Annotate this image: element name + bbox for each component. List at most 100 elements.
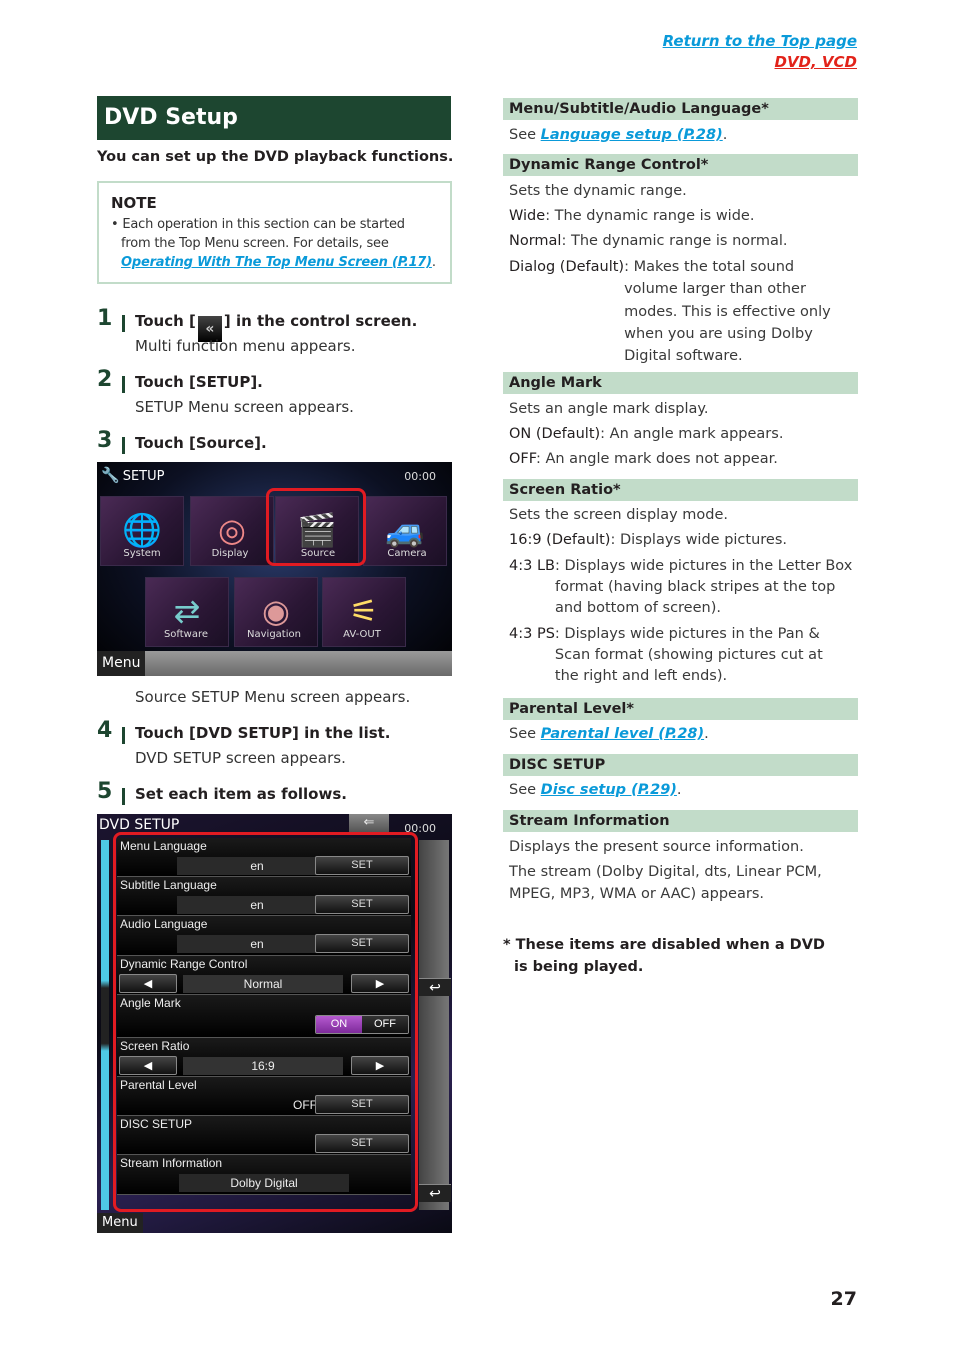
- dvd-setup-title: DVD SETUP: [99, 817, 180, 833]
- step-result: SETUP Menu screen appears.: [135, 398, 354, 416]
- note-box: NOTE • Each operation in this section ca…: [97, 181, 452, 284]
- right-panel: [419, 840, 449, 1210]
- car-camera-icon: 🚙: [385, 511, 425, 549]
- definition: : Makes the total sound volume larger th…: [624, 259, 831, 365]
- color-ring-icon: ◎: [218, 511, 246, 549]
- step-divider: [122, 788, 125, 805]
- step-divider: [122, 376, 125, 393]
- tile-label-display: Display: [211, 548, 249, 559]
- return-icon[interactable]: ↩: [419, 978, 451, 996]
- back-arrow-icon[interactable]: ⇐: [349, 814, 389, 832]
- av-cable-icon: ⚟: [349, 592, 379, 630]
- see-text: See: [509, 127, 541, 143]
- ratio-lb: 4:3 LB: Displays wide pictures in the Le…: [509, 556, 854, 619]
- menu-bar: [97, 651, 452, 676]
- angle-off: OFF: An angle mark does not appear.: [509, 449, 778, 470]
- step-heading: Touch [DVD SETUP] in the list.: [135, 724, 391, 742]
- term: 4:3 PS: [509, 626, 555, 642]
- term: OFF: [509, 451, 536, 467]
- language-setup-link[interactable]: Language setup (P.28): [541, 127, 723, 143]
- tile-label-navigation: Navigation: [247, 629, 301, 640]
- note-text: • Each operation in this section can be …: [111, 215, 438, 272]
- setup-screen-header: 🔧 SETUP: [101, 466, 164, 484]
- step-heading: Touch [SETUP].: [135, 373, 263, 391]
- ratio-desc: Sets the screen display mode.: [509, 507, 729, 523]
- menu-button[interactable]: Menu: [97, 651, 145, 676]
- section-heading-drc: Dynamic Range Control*: [503, 154, 858, 176]
- definition: : An angle mark appears.: [600, 426, 784, 442]
- section-heading-angle-mark: Angle Mark: [503, 372, 858, 394]
- note-body: Each operation in this section can be st…: [121, 217, 405, 251]
- term: Dialog (Default): [509, 259, 625, 275]
- ratio-16-9: 16:9 (Default): Displays wide pictures.: [509, 530, 787, 551]
- see-text: See: [509, 782, 541, 798]
- tile-label-software: Software: [163, 629, 209, 640]
- drc-dialog: Dialog (Default): Makes the total sound …: [509, 256, 849, 367]
- parental-level-link[interactable]: Parental level (P.28): [541, 726, 704, 742]
- footnote: * These items are disabled when a DVD is…: [503, 937, 825, 975]
- language-see: See Language setup (P.28).: [509, 125, 727, 146]
- period: .: [704, 726, 709, 742]
- term: ON (Default): [509, 426, 601, 442]
- section-heading-disc-setup: DISC SETUP: [503, 754, 858, 776]
- step-result: Multi function menu appears.: [135, 337, 356, 355]
- step-divider: [122, 727, 125, 744]
- step-result: Source SETUP Menu screen appears.: [135, 688, 411, 706]
- note-title: NOTE: [111, 194, 157, 212]
- compass-icon: ◉: [262, 592, 290, 630]
- period: .: [722, 127, 728, 143]
- step-number: 1: [97, 306, 113, 331]
- disc-setup-link[interactable]: Disc setup (P.29): [541, 782, 677, 798]
- step-number: 5: [97, 779, 113, 804]
- drc-normal: Normal: The dynamic range is normal.: [509, 231, 788, 252]
- operating-top-menu-link[interactable]: Operating With The Top Menu Screen (P.17…: [121, 255, 432, 270]
- step-heading-end: ] in the control screen.: [223, 312, 418, 330]
- wrench-icon: 🔧: [101, 466, 120, 484]
- section-heading-language: Menu/Subtitle/Audio Language*: [503, 98, 858, 120]
- return-to-top-link[interactable]: Return to the Top page: [663, 31, 857, 52]
- menu-button[interactable]: Menu: [97, 1213, 143, 1233]
- clock: 00:00: [404, 470, 436, 483]
- term: 16:9 (Default): [509, 532, 611, 548]
- drc-desc: Sets the dynamic range.: [509, 183, 687, 199]
- step-number: 2: [97, 367, 113, 392]
- step-heading-start: Touch [: [135, 312, 196, 330]
- definition: : Displays wide pictures in the Pan & Sc…: [554, 626, 823, 684]
- bullet: •: [111, 217, 119, 232]
- section-link-dvd-vcd[interactable]: DVD, VCD: [775, 52, 858, 73]
- step-result: DVD SETUP screen appears.: [135, 749, 346, 767]
- tile-label-camera: Camera: [387, 548, 427, 559]
- disc-see: See Disc setup (P.29).: [509, 780, 682, 801]
- usb-icon: ⇄: [173, 592, 201, 630]
- parental-see: See Parental level (P.28).: [509, 724, 709, 745]
- tile-label-av-out: AV-OUT: [343, 629, 381, 640]
- step-heading: Touch [Source].: [135, 434, 267, 452]
- note-end: .: [431, 255, 436, 270]
- settings-highlight: [113, 832, 418, 1212]
- see-text: See: [509, 726, 541, 742]
- definition: : An angle mark does not appear.: [535, 451, 778, 467]
- term: 4:3 LB: [509, 558, 555, 574]
- return-icon[interactable]: ↩: [419, 1184, 451, 1202]
- period: .: [676, 782, 682, 798]
- step-number: 4: [97, 718, 113, 743]
- stream-desc: Displays the present source information.: [509, 839, 804, 855]
- intro-text: You can set up the DVD playback function…: [97, 149, 454, 165]
- globe-icon: 🌐: [122, 511, 162, 549]
- section-heading-parental-level: Parental Level*: [503, 698, 858, 720]
- page-number: 27: [830, 1288, 857, 1310]
- ratio-ps: 4:3 PS: Displays wide pictures in the Pa…: [509, 624, 839, 687]
- definition: : The dynamic range is normal.: [561, 233, 788, 249]
- step-divider: [122, 437, 125, 454]
- term: Normal: [509, 233, 562, 249]
- definition: : The dynamic range is wide.: [545, 208, 755, 224]
- definition: : Displays wide pictures.: [610, 532, 788, 548]
- stream-desc-2: The stream (Dolby Digital, dts, Linear P…: [509, 864, 822, 880]
- scrollbar[interactable]: [101, 840, 109, 1210]
- drc-wide: Wide: The dynamic range is wide.: [509, 206, 754, 227]
- stream-desc-3: MPEG, MP3, WMA or AAC) appears.: [509, 886, 764, 902]
- step-number: 3: [97, 428, 113, 453]
- section-heading-stream-information: Stream Information: [503, 810, 858, 832]
- angle-on: ON (Default): An angle mark appears.: [509, 424, 783, 445]
- top-nav: Return to the Top page DVD, VCD: [663, 31, 857, 73]
